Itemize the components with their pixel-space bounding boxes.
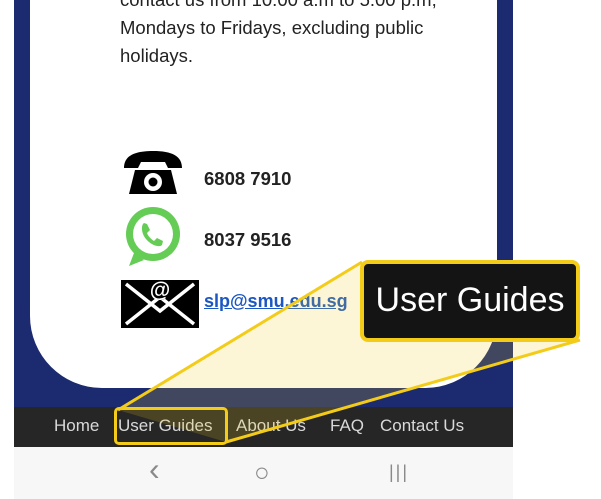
user-guides-callout: User Guides <box>360 260 580 342</box>
telephone-icon <box>124 151 182 194</box>
email-envelope-icon: @ <box>121 279 199 328</box>
system-navigation-bar: ‹ ○ ||| <box>14 447 513 499</box>
recents-button[interactable]: ||| <box>389 462 409 483</box>
whatsapp-number: 8037 9516 <box>204 229 292 250</box>
at-sign: @ <box>150 279 170 302</box>
back-button[interactable]: ‹ <box>149 451 160 488</box>
assistance-text: Should you require any assistance, pleas… <box>120 0 437 66</box>
nav-faq[interactable]: FAQ <box>330 416 364 436</box>
home-button[interactable]: ○ <box>254 457 270 488</box>
email-link[interactable]: slp@smu.edu.sg <box>204 291 348 312</box>
nav-home[interactable]: Home <box>54 416 99 436</box>
bottom-nav-bar: Home User Guides About Us FAQ Contact Us <box>14 407 513 447</box>
phone-screen: Should you require any assistance, pleas… <box>14 0 513 499</box>
whatsapp-icon <box>126 207 180 266</box>
nav-contact-us[interactable]: Contact Us <box>380 416 464 436</box>
callout-label: User Guides <box>375 281 565 319</box>
phone-number: 6808 7910 <box>204 168 292 189</box>
user-guides-highlight <box>114 407 228 445</box>
nav-about-us[interactable]: About Us <box>236 416 306 436</box>
